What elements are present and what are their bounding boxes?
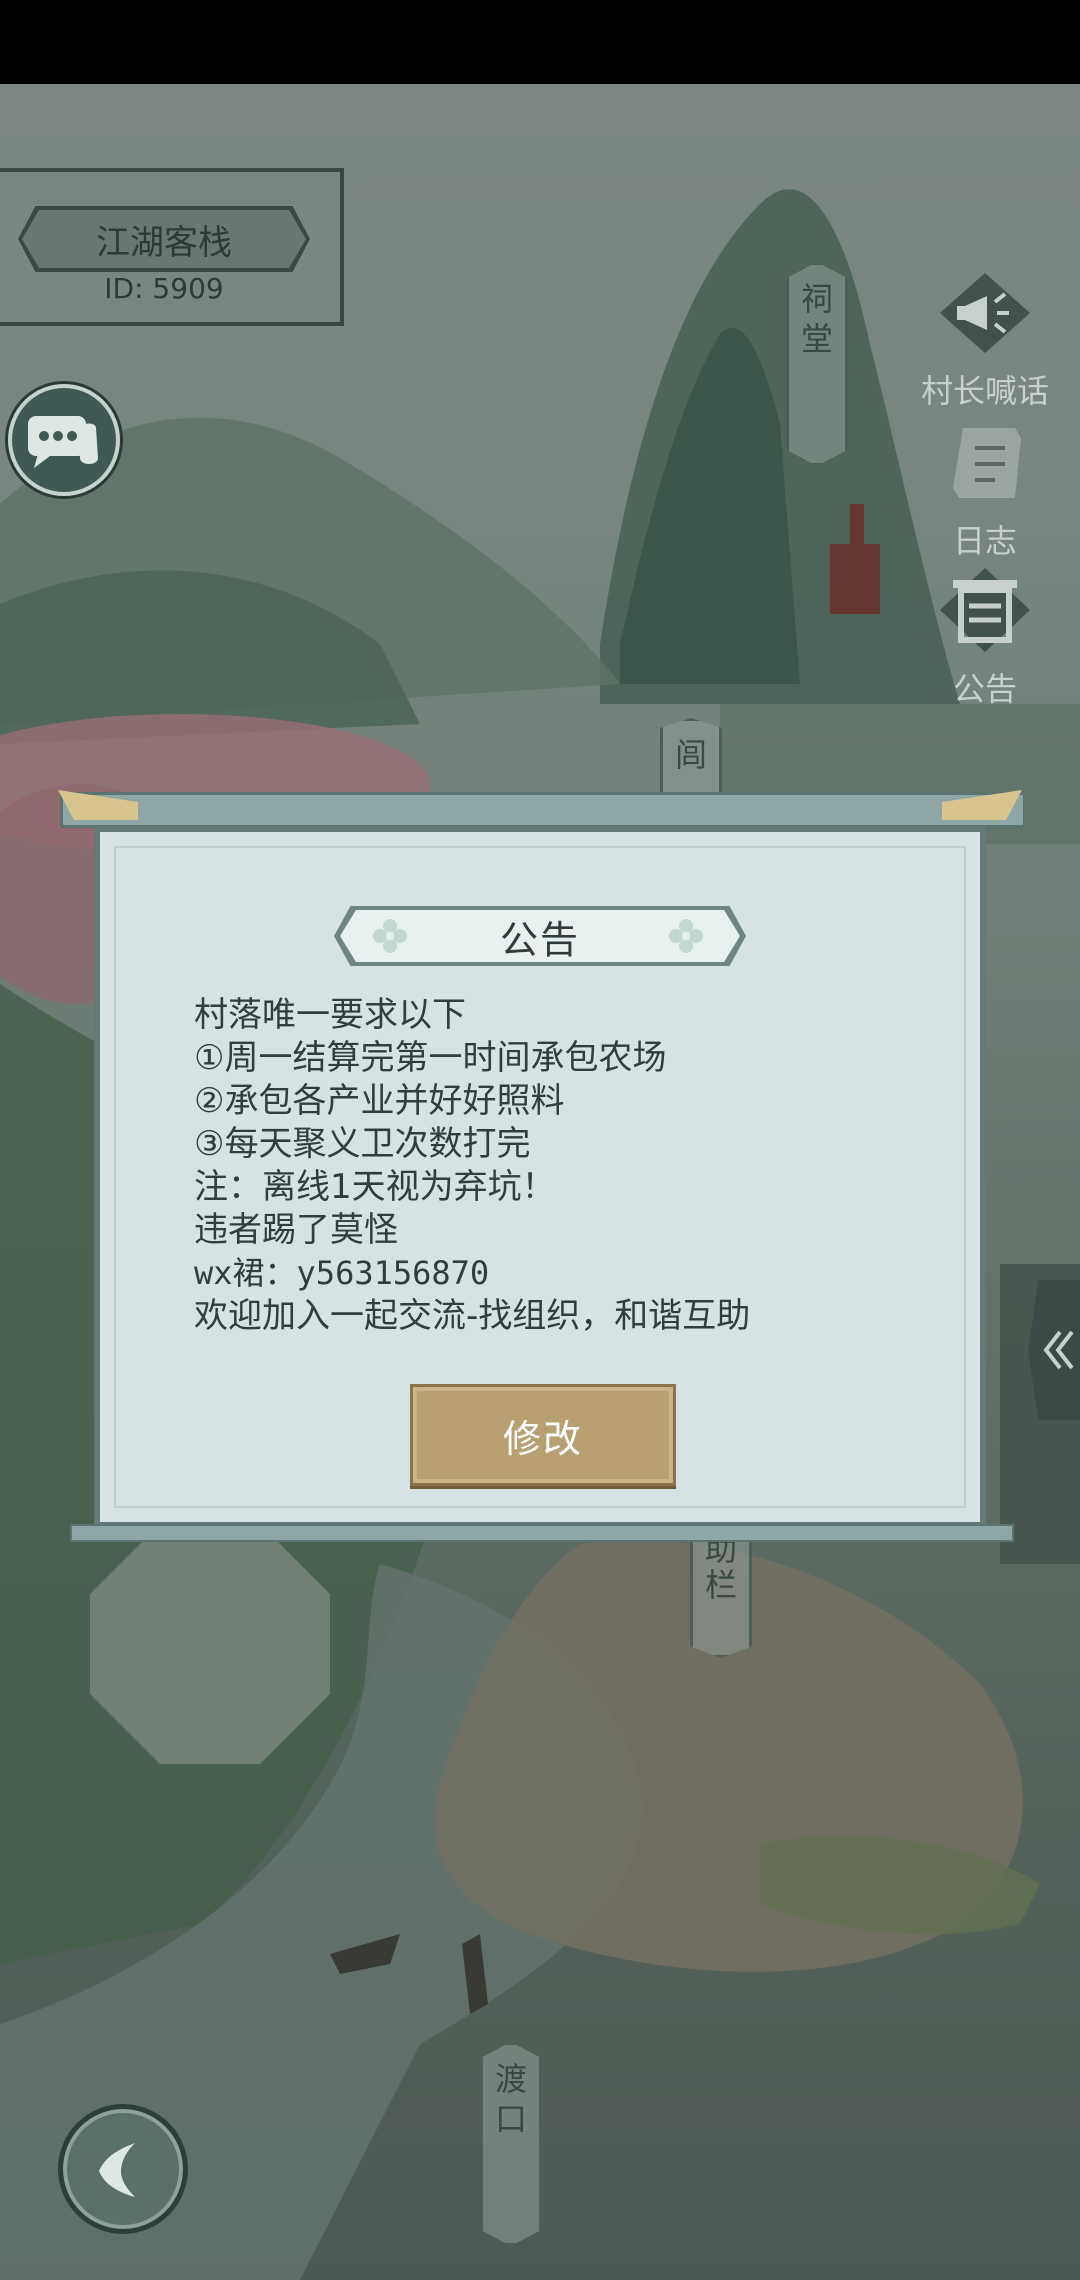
notice-line: ②承包各产业并好好照料 bbox=[194, 1081, 565, 1121]
scroll-rod-top bbox=[60, 792, 1026, 828]
gate-icon bbox=[940, 568, 1030, 652]
chat-button[interactable] bbox=[8, 384, 120, 496]
shout-label: 村长喊话 bbox=[920, 372, 1049, 410]
notice-line: 欢迎加入一起交流-找组织，和谐互助 bbox=[194, 1296, 751, 1336]
back-button[interactable] bbox=[58, 2104, 188, 2234]
shout-button[interactable]: 村长喊话 bbox=[910, 268, 1060, 412]
map-label-ancestral-hall[interactable]: 祠堂 bbox=[786, 262, 848, 466]
log-label: 日志 bbox=[952, 522, 1017, 560]
side-panel-toggle[interactable] bbox=[1028, 1280, 1080, 1420]
announcement-text: 村落唯一要求以下 ①周一结算完第一时间承包农场 ②承包各产业并好好照料 ③每天聚… bbox=[194, 994, 914, 1338]
notice-line: 村落唯一要求以下 bbox=[194, 995, 466, 1035]
chat-bubble-icon bbox=[28, 416, 98, 468]
megaphone-icon bbox=[940, 273, 1030, 353]
flower-ornament-icon bbox=[373, 919, 407, 953]
modify-button[interactable]: 修改 bbox=[410, 1384, 676, 1486]
flower-ornament-icon bbox=[669, 919, 703, 953]
scroll-rod-bottom bbox=[70, 1524, 1014, 1542]
notice-line: wx裙：y563156870 bbox=[194, 1254, 490, 1292]
log-button[interactable]: 日志 bbox=[910, 418, 1060, 562]
back-arrow-icon bbox=[99, 2143, 135, 2197]
status-bar bbox=[0, 0, 1080, 84]
notice-line: 违者踢了莫怪 bbox=[194, 1210, 398, 1250]
notice-line: 注：离线1天视为弃坑！ bbox=[194, 1167, 556, 1207]
village-name: 江湖客栈 bbox=[22, 210, 306, 268]
notice-line: ①周一结算完第一时间承包农场 bbox=[194, 1038, 667, 1078]
notice-label: 公告 bbox=[952, 670, 1017, 708]
village-id: ID: 5909 bbox=[104, 272, 224, 305]
map-label-ferry[interactable]: 渡口 bbox=[480, 2042, 542, 2246]
chevron-left-icon bbox=[1043, 1330, 1074, 1370]
scroll-icon bbox=[953, 428, 1021, 498]
notice-line: ③每天聚义卫次数打完 bbox=[194, 1124, 531, 1164]
notice-button[interactable]: 公告 bbox=[910, 566, 1060, 710]
